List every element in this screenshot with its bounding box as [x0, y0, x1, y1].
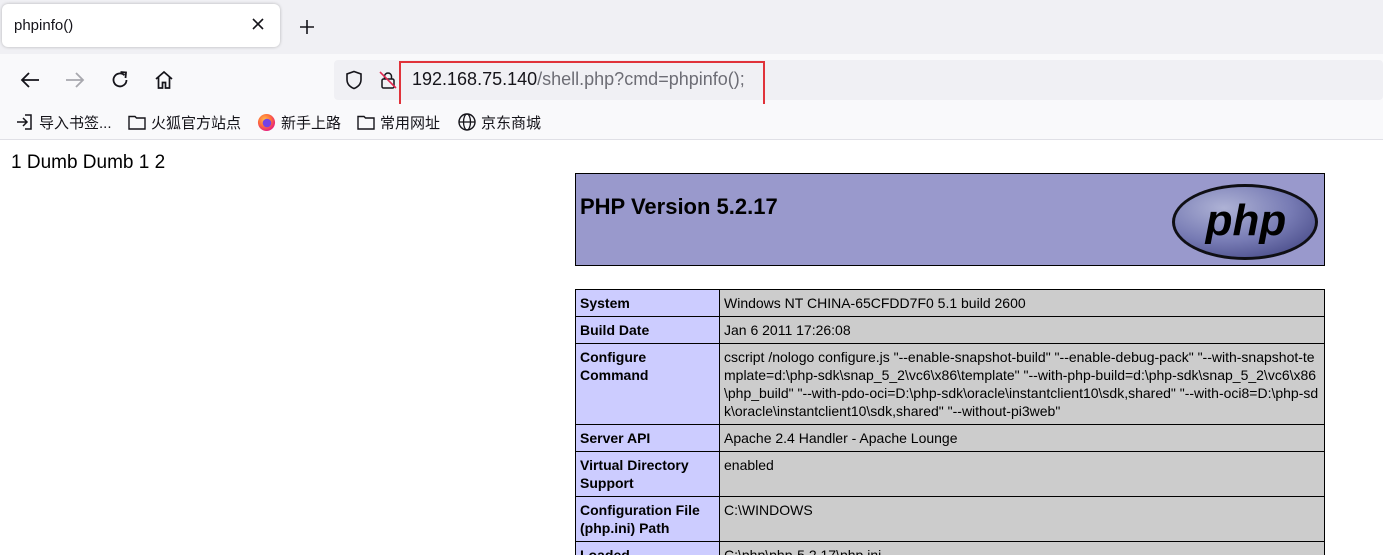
table-row: Configuration File (php.ini) Path C:\WIN… — [575, 496, 1325, 542]
info-key: Configuration File (php.ini) Path — [575, 496, 720, 542]
bookmark-getting-started[interactable]: 新手上路 — [257, 112, 341, 132]
bookmark-firefox-site[interactable]: 火狐官方站点 — [128, 112, 241, 132]
folder-icon — [357, 115, 375, 130]
info-value: C:\WINDOWS — [719, 496, 1325, 542]
firefox-icon — [257, 113, 276, 131]
table-row: Build Date Jan 6 2011 17:26:08 — [575, 316, 1325, 344]
table-row: System Windows NT CHINA-65CFDD7F0 5.1 bu… — [575, 289, 1325, 317]
reload-icon[interactable] — [106, 66, 134, 94]
php-version-title: PHP Version 5.2.17 — [580, 194, 778, 219]
tab-title: phpinfo() — [14, 17, 74, 34]
php-logo-text: php — [1205, 196, 1287, 245]
url-text[interactable]: 192.168.75.140/shell.php?cmd=phpinfo(); — [412, 69, 745, 90]
info-key: Server API — [575, 424, 720, 452]
php-info-table: System Windows NT CHINA-65CFDD7F0 5.1 bu… — [575, 289, 1325, 555]
url-path: /shell.php?cmd=phpinfo(); — [537, 69, 745, 89]
forward-icon[interactable] — [61, 66, 89, 94]
bookmarks-bar: 导入书签... 火狐官方站点 新手上路 常用网址 京东商城 — [0, 104, 1383, 140]
tab-phpinfo[interactable]: phpinfo() — [2, 4, 280, 47]
info-value: enabled — [719, 451, 1325, 497]
bookmark-label: 京东商城 — [481, 114, 542, 132]
info-key: Configure Command — [575, 343, 720, 425]
navigation-bar: 192.168.75.140/shell.php?cmd=phpinfo(); — [0, 54, 1383, 108]
info-key: Virtual Directory Support — [575, 451, 720, 497]
php-version-header: PHP Version 5.2.17 php — [575, 173, 1325, 266]
bookmark-jd[interactable]: 京东商城 — [458, 112, 541, 132]
address-bar[interactable]: 192.168.75.140/shell.php?cmd=phpinfo(); — [334, 60, 1383, 108]
info-key: Loaded — [575, 541, 720, 555]
bookmark-label: 火狐官方站点 — [151, 114, 242, 132]
insecure-lock-icon[interactable] — [378, 70, 398, 95]
info-key: System — [575, 289, 720, 317]
url-host: 192.168.75.140 — [412, 69, 538, 89]
table-row: Configure Command cscript /nologo config… — [575, 343, 1325, 425]
info-key: Build Date — [575, 316, 720, 344]
table-row: Virtual Directory Support enabled — [575, 451, 1325, 497]
home-icon[interactable] — [150, 66, 178, 94]
tracking-protection-shield-icon[interactable] — [344, 70, 364, 95]
info-value: Jan 6 2011 17:26:08 — [719, 316, 1325, 344]
globe-icon — [458, 113, 476, 131]
bookmark-label: 导入书签... — [39, 114, 112, 132]
table-row: Loaded C:\php\php-5.2.17\php.ini — [575, 541, 1325, 555]
info-value: Apache 2.4 Handler - Apache Lounge — [719, 424, 1325, 452]
bookmark-label: 常用网址 — [380, 114, 441, 132]
folder-icon — [128, 115, 146, 130]
bookmark-label: 新手上路 — [281, 114, 342, 132]
info-value: cscript /nologo configure.js "--enable-s… — [719, 343, 1325, 425]
close-tab-icon[interactable] — [248, 14, 268, 34]
import-icon — [17, 114, 32, 130]
bookmark-import[interactable]: 导入书签... — [16, 112, 112, 132]
back-icon[interactable] — [16, 66, 44, 94]
bookmark-common-sites[interactable]: 常用网址 — [357, 112, 440, 132]
info-value: Windows NT CHINA-65CFDD7F0 5.1 build 260… — [719, 289, 1325, 317]
tab-bar: phpinfo() — [0, 0, 1383, 54]
table-row: Server API Apache 2.4 Handler - Apache L… — [575, 424, 1325, 452]
php-logo-icon: php — [1172, 184, 1318, 260]
info-value: C:\php\php-5.2.17\php.ini — [719, 541, 1325, 555]
new-tab-icon[interactable] — [296, 16, 318, 38]
shell-output-text: 1 Dumb Dumb 1 2 — [11, 152, 166, 173]
